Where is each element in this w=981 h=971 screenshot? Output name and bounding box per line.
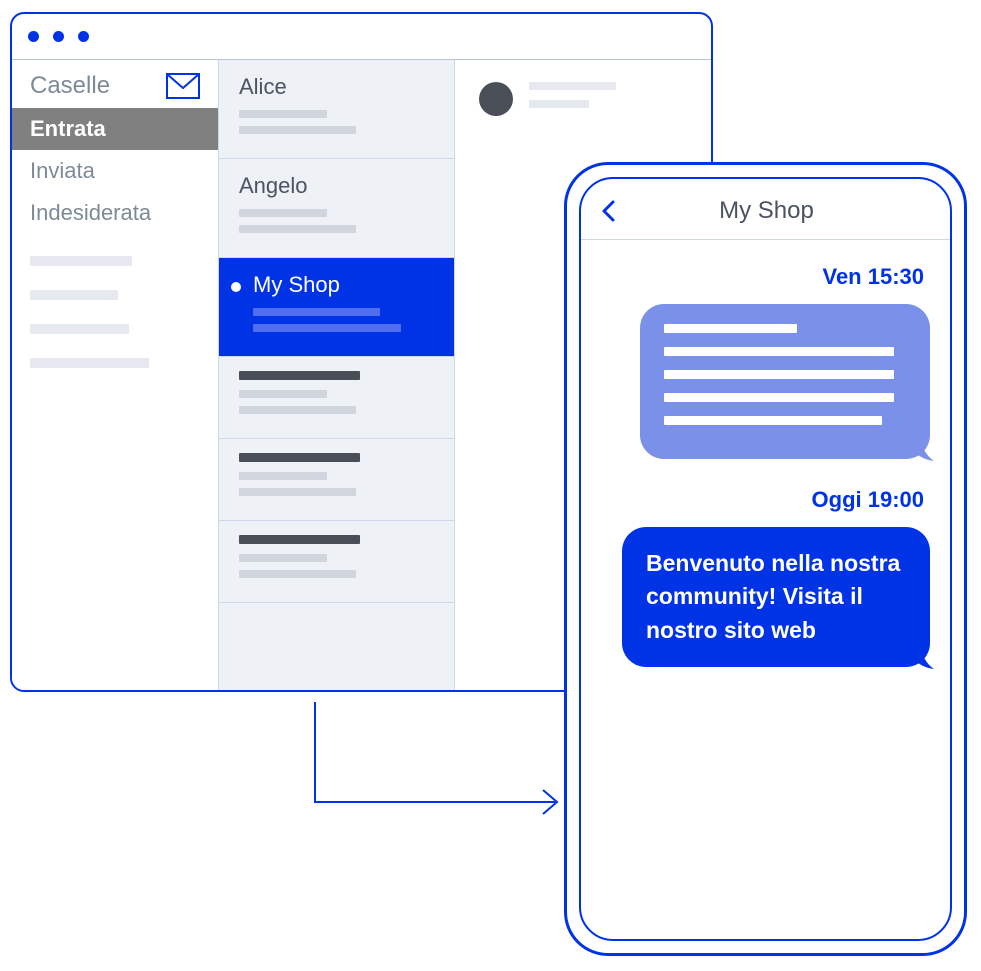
placeholder-line [239,390,327,398]
message-item[interactable] [219,357,454,439]
chat-title: My Shop [633,197,900,225]
message-sender: Alice [239,74,434,100]
message-sender: Angelo [239,173,434,199]
bubble-tail-icon [908,435,934,461]
placeholder-line [664,347,894,356]
placeholder-line [253,324,401,332]
back-icon[interactable] [601,200,615,222]
mail-icon [166,73,200,99]
message-list: Alice Angelo My Shop [219,60,455,690]
chat-body: Ven 15:30 Oggi 19:00 Benvenuto nella nos… [581,240,950,939]
message-item[interactable]: Alice [219,60,454,159]
phone-device: My Shop Ven 15:30 Oggi 19:00 Benvenuto n… [564,162,967,956]
sidebar-folder-inbox[interactable]: Entrata [12,108,218,150]
chat-timestamp: Oggi 19:00 [601,487,924,513]
placeholder-line [664,324,797,333]
flow-arrow-icon [305,702,575,872]
sidebar-header: Caselle [12,60,218,108]
placeholder-line [664,393,894,402]
chat-message-text: Benvenuto nella nostra community! Visita… [646,550,900,643]
placeholder-line [529,82,616,90]
sidebar-folder-sent[interactable]: Inviata [12,150,218,192]
placeholder-line [239,371,360,380]
message-item-selected[interactable]: My Shop [219,258,454,357]
placeholder-line [529,100,589,108]
reader-header [479,82,687,118]
bubble-tail-icon [908,643,934,669]
window-titlebar [12,14,711,60]
placeholder-line [239,110,327,118]
placeholder-line [239,472,327,480]
placeholder-line [30,256,132,266]
placeholder-line [239,209,327,217]
placeholder-line [239,488,356,496]
chat-bubble-message: Benvenuto nella nostra community! Visita… [622,527,930,667]
phone-screen: My Shop Ven 15:30 Oggi 19:00 Benvenuto n… [579,177,952,941]
message-item[interactable]: Angelo [219,159,454,258]
placeholder-line [664,416,882,425]
sidebar-placeholder-group [12,234,218,392]
placeholder-line [239,126,356,134]
placeholder-line [239,535,360,544]
placeholder-line [239,570,356,578]
chat-header: My Shop [581,179,950,240]
chat-timestamp: Ven 15:30 [601,264,924,290]
placeholder-line [253,308,380,316]
placeholder-line [239,225,356,233]
message-item[interactable] [219,439,454,521]
chat-bubble [640,304,930,459]
placeholder-line [239,453,360,462]
placeholder-line [664,370,894,379]
placeholder-line [30,358,149,368]
sidebar-folder-spam[interactable]: Indesiderata [12,192,218,234]
sidebar: Caselle Entrata Inviata Indesiderata [12,60,219,690]
window-dot-icon [78,31,89,42]
avatar-icon [479,82,513,116]
message-item[interactable] [219,521,454,603]
sidebar-title: Caselle [30,72,110,100]
placeholder-line [239,406,356,414]
placeholder-line [239,554,327,562]
message-sender: My Shop [253,272,434,298]
placeholder-line [30,324,129,334]
window-dot-icon [28,31,39,42]
window-dot-icon [53,31,64,42]
placeholder-line [30,290,118,300]
